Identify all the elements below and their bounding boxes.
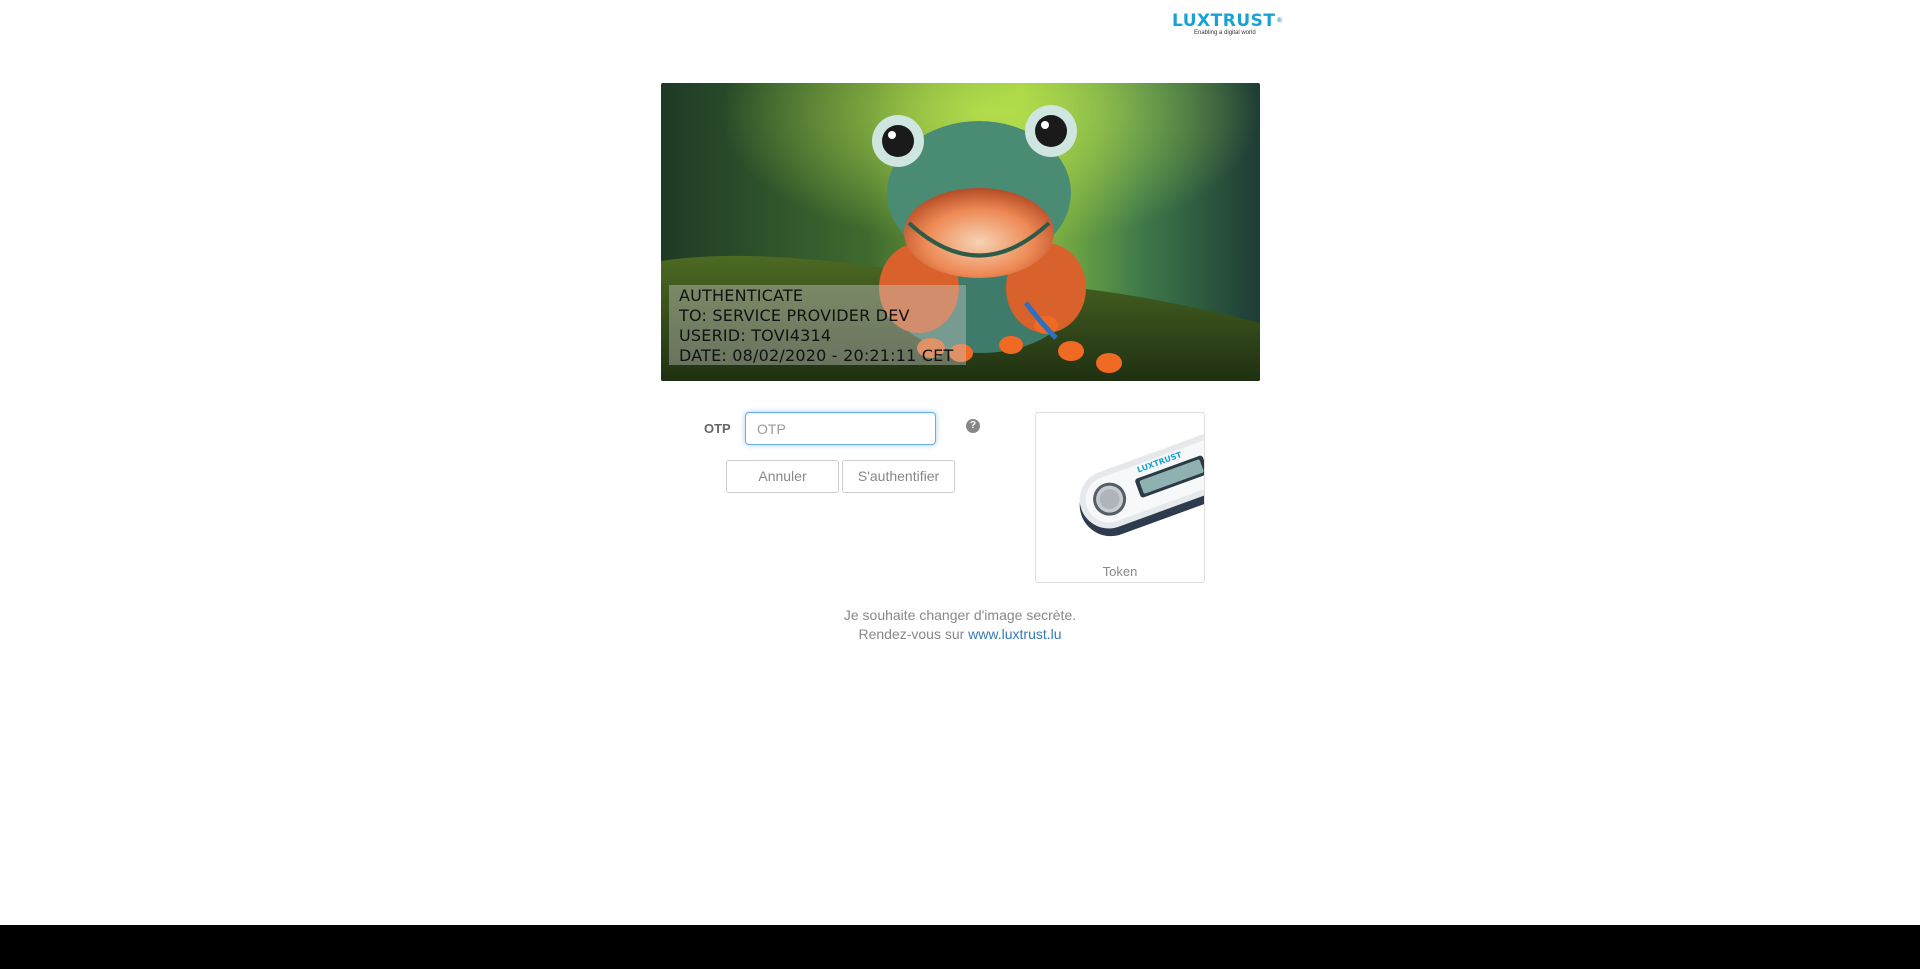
bottom-bar — [0, 925, 1920, 969]
overlay-line-date: DATE: 08/02/2020 - 20:21:11 CET — [679, 346, 954, 365]
change-image-text: Je souhaite changer d'image secrète. — [843, 607, 1077, 623]
token-option[interactable]: LUXTRUST Token — [1035, 412, 1205, 583]
authenticate-button[interactable]: S'authentifier — [842, 460, 955, 493]
cancel-button[interactable]: Annuler — [726, 460, 839, 493]
otp-label: OTP — [704, 421, 731, 436]
visit-line: Rendez-vous sur www.luxtrust.lu — [0, 624, 1920, 644]
secret-image: AUTHENTICATE TO: SERVICE PROVIDER DEV US… — [661, 83, 1260, 381]
token-label: Token — [1102, 564, 1138, 579]
question-circle-icon[interactable]: ? — [966, 419, 980, 433]
logo-trademark: ® — [1276, 17, 1283, 24]
logo-tagline: Enabling a digital world — [1194, 30, 1256, 36]
overlay-line-userid: USERID: TOVI4314 — [679, 326, 832, 345]
logo-brand: LUXTRUST — [1172, 11, 1276, 31]
overlay-line-provider: TO: SERVICE PROVIDER DEV — [679, 306, 910, 325]
overlay-line-action: AUTHENTICATE — [679, 286, 804, 305]
luxtrust-link[interactable]: www.luxtrust.lu — [968, 626, 1061, 642]
otp-input[interactable] — [745, 412, 936, 445]
secret-image-overlay: AUTHENTICATE TO: SERVICE PROVIDER DEV US… — [669, 285, 966, 365]
visit-prefix: Rendez-vous sur — [858, 626, 969, 642]
token-device-icon: LUXTRUST — [1079, 432, 1204, 537]
luxtrust-logo: LUXTRUST® Enabling a digital world — [1172, 12, 1294, 38]
